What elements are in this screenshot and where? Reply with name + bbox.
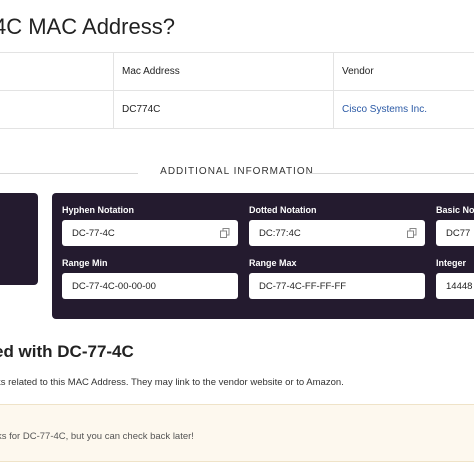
copy-icon[interactable]	[407, 228, 417, 238]
table-header-vendor: Vendor	[342, 66, 374, 77]
side-panel	[0, 193, 38, 285]
basic-notation-label: Basic Not	[436, 205, 474, 215]
table-header-row: Mac Address Vendor	[0, 53, 474, 91]
range-max-value: DC-77-4C-FF-FF-FF	[259, 280, 347, 292]
additional-info-panel: Hyphen Notation DC-77-4C Dotted Notation…	[52, 193, 474, 319]
dotted-notation-label: Dotted Notation	[249, 205, 317, 215]
vendor-cell: Cisco Systems Inc.	[334, 91, 474, 128]
basic-notation-field[interactable]: DC77	[436, 220, 474, 246]
dotted-notation-value: DC:77:4C	[259, 227, 301, 239]
integer-field[interactable]: 14448	[436, 273, 474, 299]
additional-info-heading: ADDITIONAL INFORMATION	[160, 166, 314, 177]
table-header-mac: Mac Address	[114, 53, 334, 90]
related-links-heading: ed with DC-77-4C	[0, 342, 134, 361]
hyphen-notation-field[interactable]: DC-77-4C	[62, 220, 238, 246]
no-links-notice: ks for DC-77-4C, but you can check back …	[0, 404, 474, 462]
hyphen-notation-label: Hyphen Notation	[62, 205, 134, 215]
table-header-cell	[0, 53, 114, 90]
related-links-description: ks related to this MAC Address. They may…	[0, 377, 344, 388]
range-min-label: Range Min	[62, 258, 108, 268]
range-min-field[interactable]: DC-77-4C-00-00-00	[62, 273, 238, 299]
range-min-value: DC-77-4C-00-00-00	[72, 280, 156, 292]
range-max-field[interactable]: DC-77-4C-FF-FF-FF	[249, 273, 425, 299]
no-links-notice-text: ks for DC-77-4C, but you can check back …	[0, 431, 194, 442]
table-cell	[0, 91, 114, 128]
basic-notation-value: DC77	[446, 227, 471, 239]
mac-address-value: DC774C	[114, 91, 334, 128]
integer-label: Integer	[436, 258, 467, 268]
range-max-label: Range Max	[249, 258, 297, 268]
mac-info-table: Mac Address Vendor DC774C Cisco Systems …	[0, 52, 474, 129]
hyphen-notation-value: DC-77-4C	[72, 227, 115, 239]
integer-value: 14448	[446, 280, 473, 292]
page-title: 4C MAC Address?	[0, 14, 175, 39]
copy-icon[interactable]	[220, 228, 230, 238]
dotted-notation-field[interactable]: DC:77:4C	[249, 220, 425, 246]
table-row: DC774C Cisco Systems Inc.	[0, 91, 474, 128]
vendor-link[interactable]: Cisco Systems Inc.	[342, 104, 427, 115]
section-divider-right	[308, 173, 474, 174]
